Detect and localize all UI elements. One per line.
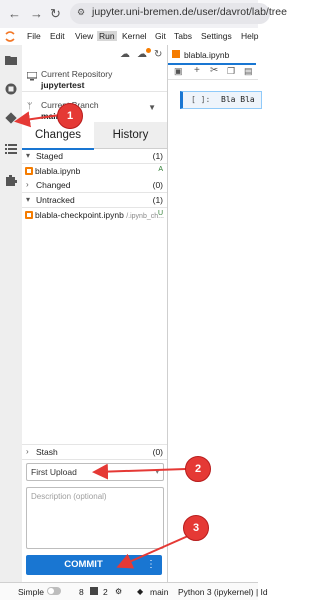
arrow-3 bbox=[116, 535, 189, 569]
annotation-badge-3: 3 bbox=[183, 515, 209, 541]
arrow-1 bbox=[14, 111, 61, 128]
annotation-badge-2: 2 bbox=[185, 456, 211, 482]
annotation-badge-1: 1 bbox=[57, 103, 83, 129]
annotation-arrows bbox=[14, 111, 189, 569]
arrow-2 bbox=[92, 463, 187, 480]
